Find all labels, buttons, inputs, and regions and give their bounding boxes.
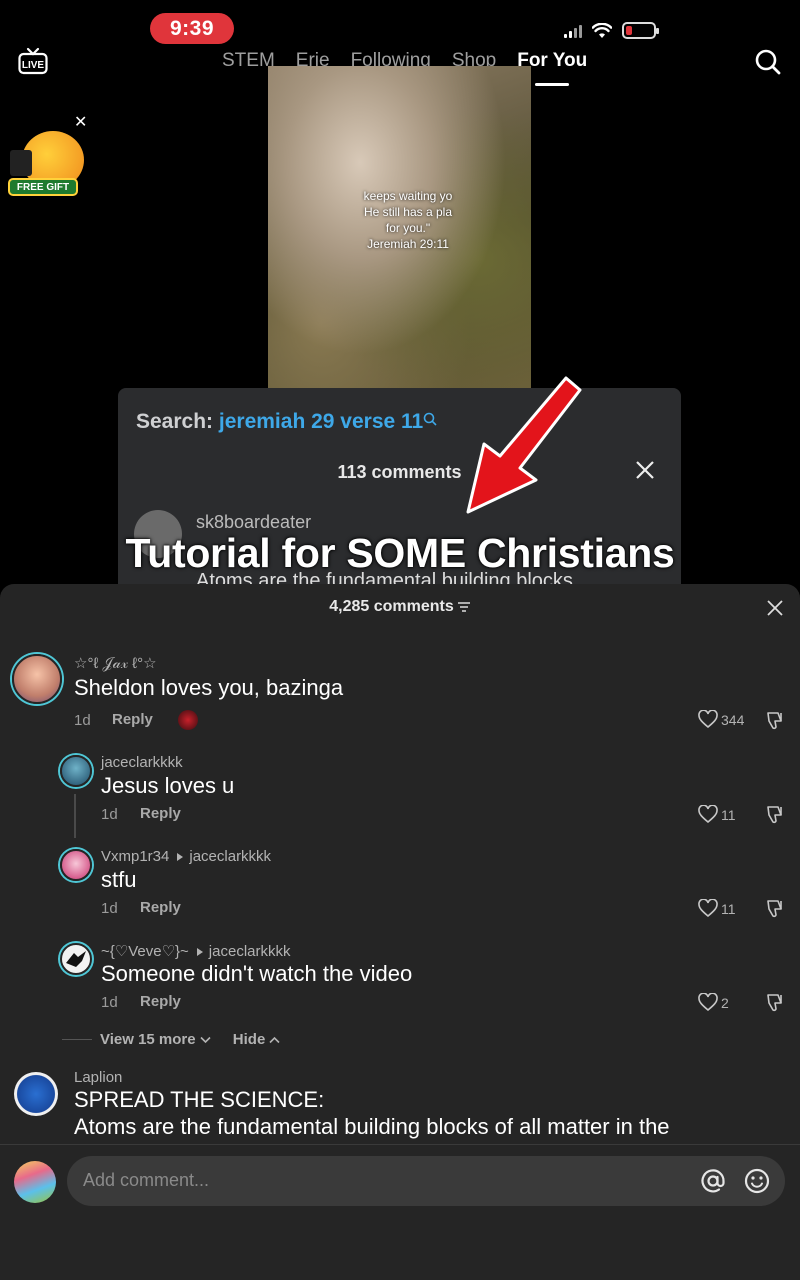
comment-age: 1d (74, 712, 91, 729)
hide-button[interactable]: Hide (233, 1031, 281, 1048)
comments-header: 4,285 comments (0, 598, 800, 616)
comment-username-text: Vxmp1r34 (101, 848, 170, 865)
battery-icon (622, 22, 659, 39)
comment-age: 1d (101, 900, 118, 917)
view-more-button[interactable]: View 15 more (100, 1031, 211, 1048)
verse-line: He still has a pla (363, 205, 453, 219)
comment-line: Atoms are the fundamental building block… (74, 1114, 670, 1139)
embedded-search-label: Search: jeremiah 29 verse 11 (136, 410, 437, 434)
verse-line: Jeremiah 29:11 (367, 237, 449, 251)
comment-input-placeholder: Add comment... (83, 1170, 210, 1190)
comment-username[interactable]: Vxmp1r34 jaceclarkkkk (101, 848, 271, 865)
cellular-signal-icon (564, 24, 582, 38)
reply-to-username: jaceclarkkkk (208, 943, 291, 960)
embedded-search-prefix: Search: (136, 410, 214, 433)
like-button[interactable]: 2 (698, 993, 729, 1012)
live-label: LIVE (22, 60, 45, 71)
emoji-icon[interactable] (743, 1167, 771, 1195)
thread-connector (74, 794, 76, 838)
status-icons (564, 22, 659, 39)
comment-age: 1d (101, 994, 118, 1011)
dislike-icon[interactable] (764, 804, 786, 826)
red-arrow-icon (466, 376, 582, 514)
comment-text: Someone didn't watch the video (101, 961, 413, 986)
reply-arrow-icon (177, 852, 184, 861)
avatar[interactable] (60, 849, 92, 881)
close-icon[interactable] (767, 600, 783, 616)
view-more-label: View 15 more (100, 1031, 196, 1048)
embedded-search-icon (423, 412, 437, 426)
embedded-video-frame: keeps waiting yo He still has a pla for … (268, 66, 531, 388)
avatar-silhouette (66, 951, 86, 967)
dislike-icon[interactable] (764, 898, 786, 920)
comment-line: SPREAD THE SCIENCE: (74, 1087, 325, 1112)
comments-count: 4,285 comments (329, 598, 454, 615)
like-button[interactable]: 11 (698, 899, 736, 918)
comment-username[interactable]: ☆°ℓ 𝒥𝒶𝓍 ℓ°☆ (74, 654, 157, 672)
wifi-icon (592, 22, 612, 38)
comment-text: Sheldon loves you, bazinga (74, 675, 344, 700)
heart-icon (698, 805, 718, 824)
search-icon[interactable] (754, 48, 782, 76)
like-button[interactable]: 344 (698, 710, 744, 729)
reply-to-username: jaceclarkkkk (189, 848, 272, 865)
avatar[interactable] (14, 1072, 58, 1116)
promo-badge: FREE GIFT (8, 178, 78, 196)
dislike-icon[interactable] (764, 992, 786, 1014)
chevron-down-icon (200, 1036, 211, 1044)
promo-gift-widget[interactable]: FREE GIFT (8, 128, 84, 198)
my-avatar[interactable] (14, 1161, 56, 1203)
promo-close-icon[interactable]: ✕ (74, 112, 87, 132)
mention-icon[interactable] (699, 1167, 727, 1195)
comment-username-text: ~{♡Veve♡}~ (101, 943, 189, 960)
like-count: 11 (721, 900, 736, 917)
like-count: 2 (721, 994, 729, 1011)
hide-label: Hide (232, 1031, 266, 1048)
avatar[interactable] (12, 654, 62, 704)
comment-age: 1d (101, 806, 118, 823)
replies-controls: View 15 more Hide (62, 1031, 281, 1048)
creator-liked-avatar (178, 710, 198, 730)
reply-button[interactable]: Reply (140, 993, 181, 1010)
comment-username[interactable]: ~{♡Veve♡}~ jaceclarkkkk (101, 942, 290, 960)
comment-text: SPREAD THE SCIENCE: Atoms are the fundam… (74, 1086, 670, 1140)
reply-button[interactable]: Reply (140, 899, 181, 916)
comment-input-bar: Add comment... (0, 1144, 800, 1280)
verse-line: keeps waiting yo (363, 189, 453, 203)
live-tv-icon[interactable]: LIVE (18, 47, 48, 75)
comment-username[interactable]: Laplion (74, 1069, 122, 1086)
embedded-search-query: jeremiah 29 verse 11 (218, 410, 424, 433)
comment-input[interactable]: Add comment... (67, 1156, 785, 1206)
divider (62, 1039, 92, 1040)
embedded-comments-count: 113 comments (337, 462, 462, 482)
tab-stem[interactable]: STEM (222, 50, 275, 72)
verse-line: for you." (385, 221, 431, 235)
promo-box-icon (10, 150, 32, 176)
heart-icon (698, 710, 718, 729)
embedded-close-icon (636, 461, 654, 479)
video-caption: Tutorial for SOME Christians (125, 530, 675, 576)
heart-icon (698, 993, 718, 1012)
dislike-icon[interactable] (764, 710, 786, 732)
like-count: 344 (721, 711, 745, 728)
avatar[interactable] (60, 755, 92, 787)
like-count: 11 (721, 806, 736, 823)
comment-text: stfu (101, 867, 137, 892)
comment-text: Jesus loves u (101, 773, 235, 798)
reply-arrow-icon (196, 947, 203, 956)
comment-username[interactable]: jaceclarkkkk (101, 754, 183, 771)
like-button[interactable]: 11 (698, 805, 736, 824)
heart-icon (698, 899, 718, 918)
verse-overlay: keeps waiting yo He still has a pla for … (328, 188, 488, 252)
chevron-up-icon (269, 1036, 281, 1044)
video-player[interactable]: 9:39 LIVE STEM Erie Following Shop For Y… (0, 0, 800, 600)
status-time: 9:39 (150, 13, 234, 44)
sort-icon[interactable] (457, 601, 471, 613)
avatar[interactable] (60, 943, 92, 975)
reply-button[interactable]: Reply (140, 805, 181, 822)
reply-button[interactable]: Reply (112, 711, 153, 728)
